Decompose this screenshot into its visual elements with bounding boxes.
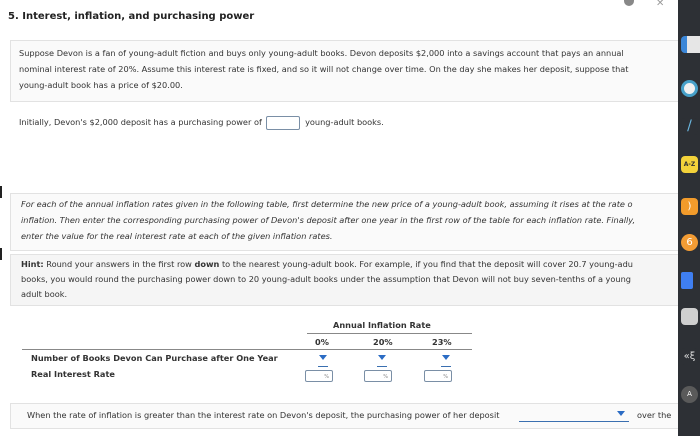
intro-line-1: Suppose Devon is a fan of young-adult fi… [19,48,624,58]
hint-line-3: adult book. [21,289,68,299]
hint-text-a: Round your answers in the first row [43,259,195,269]
purchasing-power-input[interactable] [266,115,301,130]
row-label-books: Number of Books Devon Can Purchase after… [31,353,278,363]
intro-box: Suppose Devon is a fan of young-adult fi… [10,40,680,102]
dock [678,0,700,436]
atoz-icon[interactable]: A-Z [681,156,698,173]
hint-box: Hint: Round your answers in the first ro… [10,254,680,306]
circle-app-icon[interactable]: 6 [681,234,698,251]
table-header-rule [22,349,472,350]
conclusion-after: over the [637,410,672,420]
app-icon[interactable] [681,36,700,53]
row-label-real-rate: Real Interest Rate [31,369,115,379]
hint-text-c: to the nearest young-adult book. For exa… [219,259,633,269]
initial-suffix: young-adult books. [305,117,384,127]
conclusion-box: When the rate of inflation is greater th… [10,403,680,429]
hint-text-bold: down [194,259,220,269]
conclusion-text: When the rate of inflation is greater th… [27,410,500,420]
instructions-line-3: enter the value for the real interest ra… [21,231,333,241]
col-header-23: 23% [432,337,452,347]
instructions-line-1: For each of the annual inflation rates g… [21,199,633,209]
left-edge-mark [0,186,2,198]
hint-line-1: Hint: Round your answers in the first ro… [21,256,633,272]
initial-prefix: Initially, Devon's $2,000 deposit has a … [19,117,262,127]
books-dropdown-23[interactable] [441,352,451,367]
real-rate-input-0[interactable]: % [305,370,333,382]
chevron-down-icon [442,355,450,360]
chevron-down-icon [319,355,327,360]
photo-icon[interactable] [681,308,698,325]
real-rate-input-20[interactable]: % [364,370,392,382]
rss-icon[interactable]: ) [681,198,698,215]
real-rate-input-23[interactable]: % [424,370,452,382]
pen-icon[interactable]: / [681,118,698,135]
font-icon[interactable]: A [681,386,698,403]
hint-label: Hint: [21,259,44,269]
hint-line-2: books, you would round the purchasing po… [21,274,631,284]
question-title: 5. Interest, inflation, and purchasing p… [8,11,255,22]
left-edge-mark [0,248,2,260]
instructions-box: For each of the annual inflation rates g… [10,193,680,251]
app-icon[interactable] [681,80,698,97]
intro-line-3: young-adult book has a price of $20.00. [19,80,183,90]
books-dropdown-0[interactable] [318,352,328,367]
intro-line-2: nominal interest rate of 20%. Assume thi… [19,64,629,74]
instructions-line-2: inflation. Then enter the corresponding … [21,215,636,225]
col-header-0: 0% [315,337,329,347]
col-header-20: 20% [373,337,393,347]
book-icon[interactable] [681,272,693,289]
chevron-down-icon [617,411,625,416]
group-header-rule [307,333,472,334]
character-icon[interactable]: «ξ [681,348,698,365]
conclusion-dropdown[interactable] [519,411,629,422]
question-page: 5. Interest, inflation, and purchasing p… [0,0,680,436]
chevron-down-icon [378,355,386,360]
books-dropdown-20[interactable] [377,352,387,367]
close-icon[interactable]: ✕ [656,0,664,9]
initial-purchasing-power: Initially, Devon's $2,000 deposit has a … [19,114,384,130]
table-group-header: Annual Inflation Rate [333,320,431,330]
